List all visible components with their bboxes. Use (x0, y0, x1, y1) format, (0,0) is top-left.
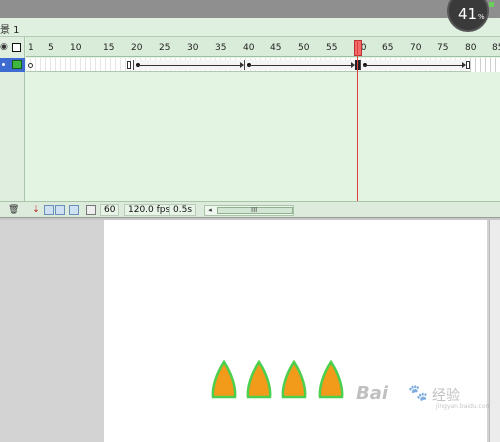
frame-rate[interactable]: 120.0 fps (124, 204, 175, 216)
zoom-unit: % (478, 13, 485, 21)
ruler-tick-label: 30 (187, 43, 199, 53)
outline-icon[interactable] (12, 43, 21, 52)
center-frame-icon[interactable]: ⇣ (31, 205, 41, 215)
empty-frames (470, 58, 500, 72)
ruler-tick-label: 55 (326, 43, 338, 53)
baidu-watermark: Bai 🐾 经验 jingyan.baidu.com (356, 377, 491, 410)
zoom-value: 41 (458, 5, 478, 23)
modify-markers-icon[interactable] (86, 205, 96, 215)
scroll-thumb[interactable]: III (217, 206, 293, 214)
tween-line (136, 65, 240, 66)
ruler-tick-label: 70 (410, 43, 422, 53)
ruler-tick-label: 50 (298, 43, 310, 53)
top-strip (0, 0, 500, 18)
ruler-tick-label: 10 (70, 43, 82, 53)
corner-indicator (489, 2, 494, 7)
ruler-tick-label: 65 (382, 43, 394, 53)
timeline-scrollbar[interactable]: ◂ III (204, 205, 294, 216)
onion-skin-icon[interactable] (44, 205, 54, 215)
ruler-tick-label: 25 (159, 43, 171, 53)
watermark-url: jingyan.baidu.com (436, 403, 492, 410)
ruler-tick-label: 85 (492, 43, 500, 53)
blank-keyframe[interactable] (28, 63, 33, 68)
flash-editor: 景 1 41 % ◉ 1 5 10 15 20 25 30 35 40 45 5… (0, 0, 500, 442)
paw-icon: 🐾 (408, 383, 428, 402)
scene-bar: 景 1 (0, 18, 500, 37)
cone-shape[interactable] (245, 360, 273, 400)
ruler-tick-label: 5 (48, 43, 54, 53)
ruler-tick-label: 20 (131, 43, 143, 53)
playhead-handle[interactable] (354, 40, 362, 56)
stage-canvas[interactable] (104, 220, 487, 442)
current-frame: 60 (100, 204, 120, 216)
eye-icon[interactable]: ◉ (0, 42, 8, 52)
ruler-tick-label: 40 (243, 43, 255, 53)
ruler-tick-label: 35 (215, 43, 227, 53)
scroll-grip: III (251, 206, 258, 214)
ruler-tick-label: 1 (28, 43, 34, 53)
watermark-brand: Bai (356, 383, 389, 404)
motion-tween-span[interactable] (244, 60, 355, 70)
watermark-cn: 经验 (432, 388, 460, 404)
frame-end-marker[interactable] (127, 61, 131, 69)
stage-area: Bai 🐾 经验 jingyan.baidu.com (0, 220, 500, 442)
scroll-left-icon[interactable]: ◂ (205, 206, 215, 215)
ruler-tick-label: 45 (270, 43, 282, 53)
timeline-status-bar: 🗑 ⇣ 60 120.0 fps 0.5s ◂ III (0, 201, 500, 217)
layer-header: ◉ (0, 42, 25, 54)
tween-line (363, 65, 462, 66)
cone-shape[interactable] (280, 360, 308, 400)
tween-line (247, 65, 351, 66)
ruler-tick-label: 15 (103, 43, 115, 53)
ruler-tick-label: 80 (465, 43, 477, 53)
elapsed-time: 0.5s (169, 204, 197, 216)
layer-panel: ◉ (0, 37, 25, 217)
ruler-tick-label: 75 (437, 43, 449, 53)
edit-multiple-frames-icon[interactable] (69, 205, 79, 215)
cone-shape[interactable] (210, 360, 238, 400)
scene-label[interactable]: 景 1 (0, 21, 20, 36)
layer-frames-row[interactable] (26, 58, 500, 72)
stage-vertical-scrollbar[interactable] (489, 220, 500, 442)
layer-color-swatch[interactable] (12, 60, 22, 69)
trash-icon[interactable]: 🗑 (8, 205, 19, 215)
layer-visibility-dot[interactable] (2, 63, 5, 66)
motion-tween-span[interactable] (133, 60, 244, 70)
motion-tween-span[interactable] (360, 60, 466, 70)
playhead-line (357, 40, 358, 203)
timeline-panel: ◉ 1 5 10 15 20 25 30 35 40 45 50 55 60 6… (0, 37, 500, 217)
layer-row-selected[interactable] (0, 58, 25, 72)
cone-shape[interactable] (317, 360, 345, 400)
frame-ruler[interactable]: 1 5 10 15 20 25 30 35 40 45 50 55 60 65 … (26, 37, 500, 57)
onion-skin-outlines-icon[interactable] (55, 205, 65, 215)
